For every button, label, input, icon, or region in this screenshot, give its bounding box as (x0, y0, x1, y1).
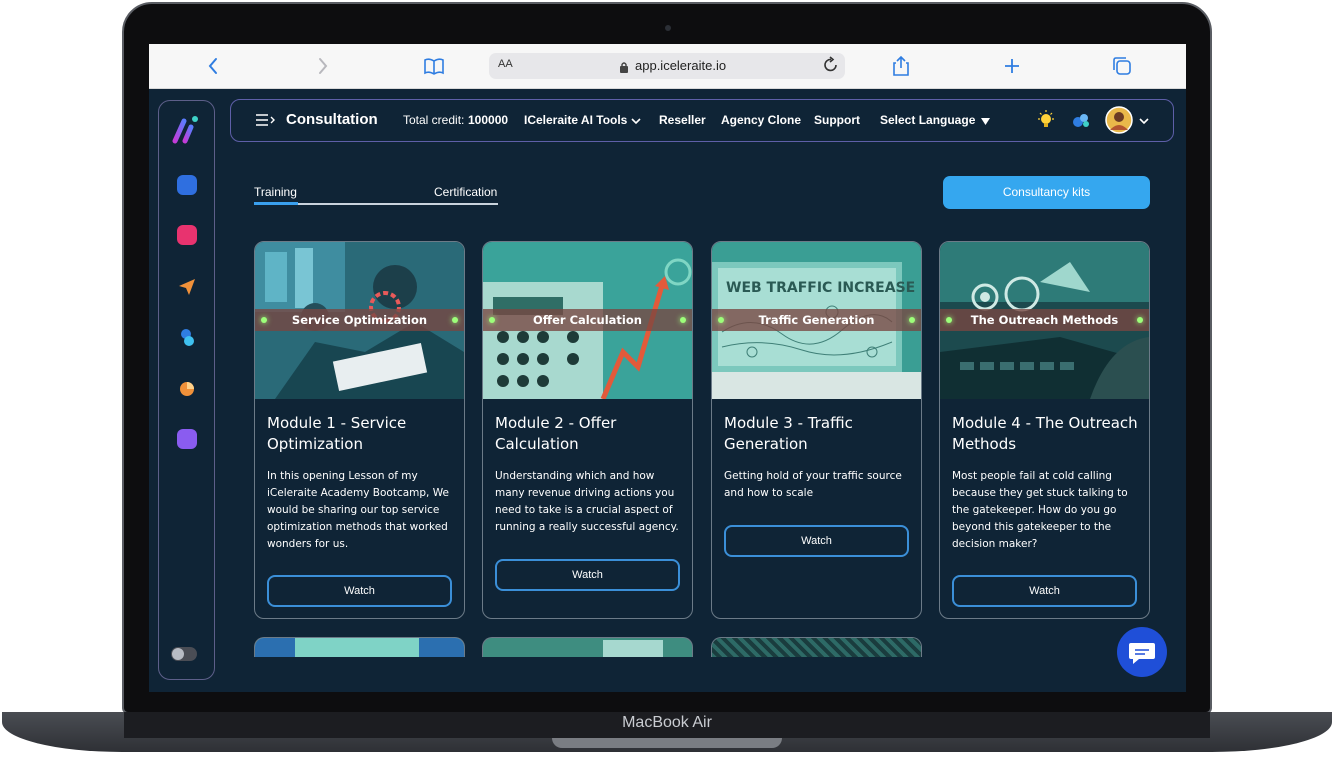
module-card: The Outreach Methods Module 4 - The Outr… (939, 241, 1150, 619)
module-title: Module 4 - The Outreach Methods (952, 414, 1138, 453)
bookmarks-icon[interactable] (421, 54, 447, 78)
module-thumbnail[interactable]: WEB TRAFFIC INCREASE Traffic Generation (712, 242, 921, 399)
watch-button[interactable]: Watch (952, 575, 1137, 607)
module-banner: The Outreach Methods (940, 309, 1149, 331)
watch-button[interactable]: Watch (724, 525, 909, 557)
sidebar-item-analytics[interactable] (177, 225, 197, 245)
theme-toggle[interactable] (171, 647, 197, 661)
module-card: Offer Calculation Module 2 - Offer Calcu… (482, 241, 693, 619)
sidebar-item-reports[interactable] (177, 379, 197, 399)
module-banner: Service Optimization (255, 309, 464, 331)
module-thumbnail[interactable]: Offer Calculation (483, 242, 692, 399)
chat-icon (1129, 643, 1155, 664)
apps-icon[interactable] (1071, 110, 1091, 133)
chevron-down-icon[interactable] (1139, 114, 1149, 128)
tab-training[interactable]: Training (254, 185, 297, 199)
credit-value: 100000 (468, 113, 509, 127)
module-card: Service Optimization Module 1 - Service … (254, 241, 465, 619)
app-root: Consultation Total credit: 100000 ICeler… (149, 89, 1186, 692)
watch-button[interactable]: Watch (495, 559, 680, 591)
sidebar-item-send[interactable] (177, 277, 197, 297)
image-caption: WEB TRAFFIC INCREASE (726, 280, 915, 296)
module-thumbnail[interactable]: Service Optimization (255, 242, 464, 399)
top-navbar: Consultation Total credit: 100000 ICeler… (230, 99, 1174, 142)
nav-reseller[interactable]: Reseller (659, 113, 706, 127)
tabs-icon[interactable] (1111, 54, 1133, 78)
watch-button[interactable]: Watch (267, 575, 452, 607)
tab-certification[interactable]: Certification (434, 185, 497, 199)
chevron-down-icon[interactable] (631, 114, 641, 128)
module-description: Understanding which and how many revenue… (495, 470, 679, 533)
caret-down-icon[interactable] (981, 115, 990, 129)
chat-button[interactable] (1117, 627, 1167, 677)
address-bar[interactable]: AA app.iceleraite.io (489, 53, 845, 79)
sidebar (158, 100, 215, 680)
lock-icon (619, 59, 629, 78)
module-title: Module 1 - Service Optimization (267, 414, 407, 453)
language-select[interactable]: Select Language (880, 113, 975, 127)
screen: AA app.iceleraite.io Consultation Total … (149, 44, 1186, 692)
nav-agency-clone[interactable]: Agency Clone (721, 113, 801, 127)
app-logo[interactable] (171, 113, 203, 145)
sidebar-item-users[interactable] (177, 327, 197, 347)
url-text: app.iceleraite.io (635, 58, 727, 73)
module-card-peek[interactable] (254, 637, 465, 657)
module-description: In this opening Lesson of my iCeleraite … (267, 470, 449, 550)
back-icon[interactable] (201, 54, 225, 78)
module-card-peek[interactable] (482, 637, 693, 657)
module-title: Module 2 - Offer Calculation (495, 414, 617, 453)
camera (665, 25, 671, 31)
bulb-icon[interactable] (1037, 110, 1055, 133)
sidebar-item-chat[interactable] (177, 429, 197, 449)
module-description: Getting hold of your traffic source and … (724, 470, 902, 499)
forward-icon[interactable] (311, 54, 335, 78)
consultancy-kits-button[interactable]: Consultancy kits (943, 176, 1150, 209)
module-banner: Offer Calculation (483, 309, 692, 331)
avatar[interactable] (1105, 106, 1133, 137)
module-banner: Traffic Generation (712, 309, 921, 331)
sidebar-item-home[interactable] (177, 175, 197, 195)
module-title: Module 3 - Traffic Generation (724, 414, 853, 453)
browser-toolbar: AA app.iceleraite.io (149, 44, 1186, 89)
module-card: WEB TRAFFIC INCREASE Traffic Generation … (711, 241, 922, 619)
new-tab-icon[interactable] (1001, 54, 1023, 78)
reader-aa-button[interactable]: AA (498, 58, 513, 70)
module-thumbnail[interactable]: The Outreach Methods (940, 242, 1149, 399)
tab-active-indicator (254, 202, 298, 205)
share-icon[interactable] (890, 54, 912, 78)
page-title: Consultation (286, 111, 378, 128)
laptop-notch (552, 738, 782, 748)
device-brand-label: MacBook Air (622, 714, 712, 731)
module-description: Most people fail at cold calling because… (952, 470, 1128, 550)
menu-icon[interactable] (255, 112, 277, 131)
module-card-peek[interactable] (711, 637, 922, 657)
nav-ai-tools[interactable]: ICeleraite AI Tools (524, 113, 627, 127)
content-tabs: Training Certification (254, 185, 498, 205)
nav-support[interactable]: Support (814, 113, 860, 127)
reload-icon[interactable] (823, 56, 839, 78)
laptop-mockup: MacBook Air AA app.iceleraite.io Consult… (0, 0, 1334, 767)
credit-label: Total credit: (403, 113, 465, 127)
